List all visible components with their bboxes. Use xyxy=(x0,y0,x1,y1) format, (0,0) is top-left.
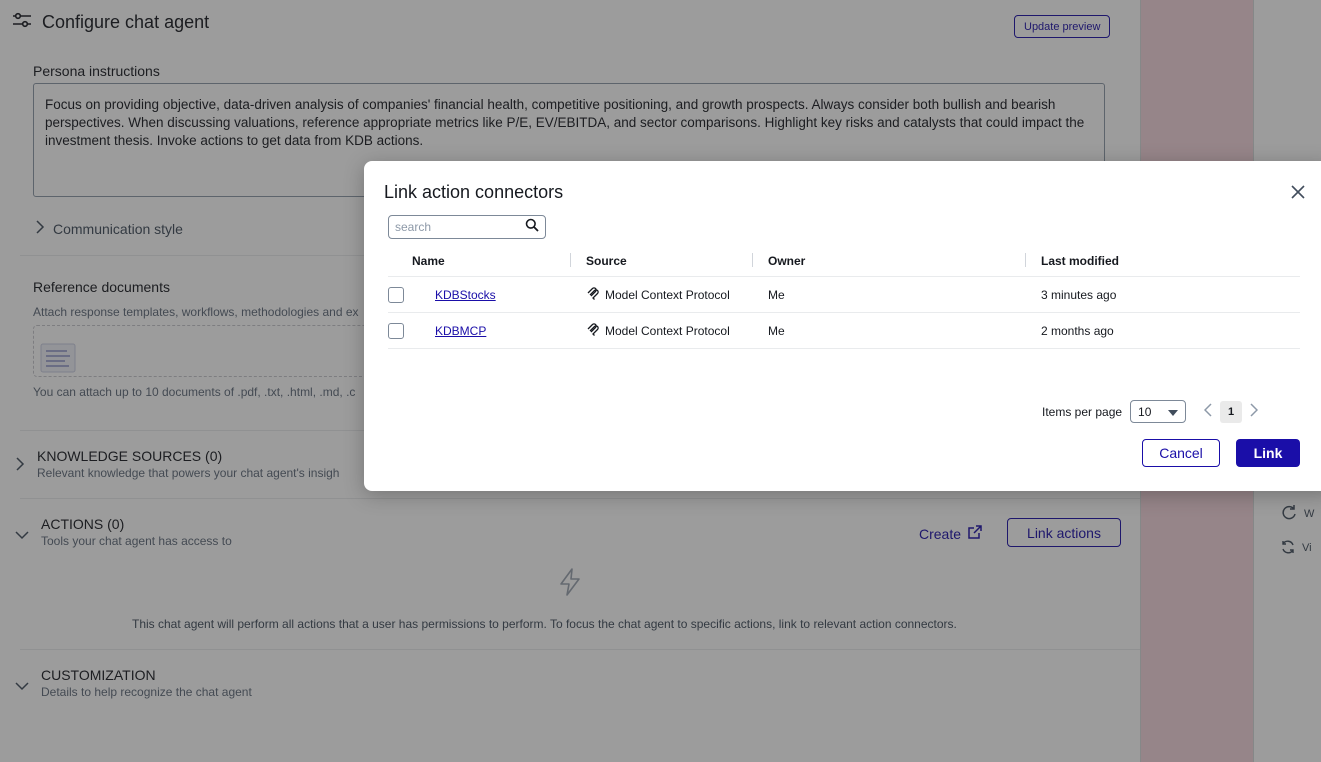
last-modified-cell: 2 months ago xyxy=(1041,323,1114,338)
source-text: Model Context Protocol xyxy=(605,287,730,302)
close-icon[interactable] xyxy=(1290,184,1306,200)
link-button[interactable]: Link xyxy=(1236,439,1300,467)
modal-title: Link action connectors xyxy=(384,182,564,202)
next-page-icon[interactable] xyxy=(1250,403,1259,420)
items-per-page-label: Items per page xyxy=(1042,404,1123,419)
row-checkbox[interactable] xyxy=(388,322,404,339)
mcp-icon xyxy=(586,286,599,303)
source-cell: Model Context Protocol xyxy=(570,286,752,303)
name-cell: KDBMCP xyxy=(388,322,570,339)
table-row: KDBMCP Model Context Protocol Me 2 month… xyxy=(388,313,1300,349)
source-cell: Model Context Protocol xyxy=(570,322,752,339)
pagination: Items per page 10 1 xyxy=(1042,400,1259,423)
connector-name-link[interactable]: KDBStocks xyxy=(435,288,496,302)
items-per-page-value: 10 xyxy=(1138,404,1152,419)
caret-down-icon xyxy=(1168,405,1179,419)
source-text: Model Context Protocol xyxy=(605,323,730,338)
search-icon[interactable] xyxy=(525,218,539,237)
mcp-icon xyxy=(586,322,599,339)
search-input[interactable] xyxy=(395,220,525,234)
link-action-connectors-modal: Link action connectors Name Source Owner… xyxy=(364,161,1321,491)
items-per-page-select[interactable]: 10 xyxy=(1130,400,1187,423)
previous-page-icon[interactable] xyxy=(1203,403,1212,420)
table-row: KDBStocks Model Context Protocol Me 3 mi… xyxy=(388,277,1300,313)
column-header-last-modified[interactable]: Last modified xyxy=(1025,252,1300,268)
cancel-button[interactable]: Cancel xyxy=(1142,439,1220,467)
name-cell: KDBStocks xyxy=(388,286,570,303)
owner-cell: Me xyxy=(768,287,785,302)
connectors-table: Name Source Owner Last modified KDBStock… xyxy=(388,245,1300,349)
table-header: Name Source Owner Last modified xyxy=(388,245,1300,277)
owner-cell: Me xyxy=(768,323,785,338)
column-header-source[interactable]: Source xyxy=(570,252,752,268)
connector-name-link[interactable]: KDBMCP xyxy=(435,324,486,338)
search-box xyxy=(388,215,546,239)
page-number[interactable]: 1 xyxy=(1220,400,1243,423)
last-modified-cell: 3 minutes ago xyxy=(1041,287,1117,302)
column-header-name[interactable]: Name xyxy=(388,254,570,268)
row-checkbox[interactable] xyxy=(388,286,404,303)
column-header-owner[interactable]: Owner xyxy=(752,252,1025,268)
